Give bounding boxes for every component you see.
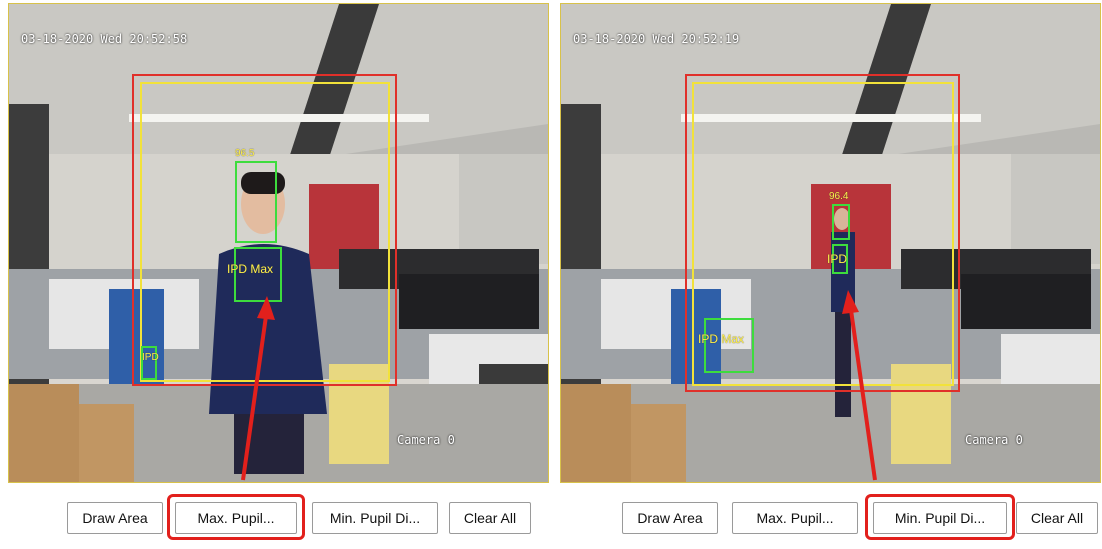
right-min-pupil-button[interactable]: Min. Pupil Di... bbox=[873, 502, 1007, 534]
left-min-pupil-button[interactable]: Min. Pupil Di... bbox=[312, 502, 438, 534]
right-draw-area-button[interactable]: Draw Area bbox=[622, 502, 718, 534]
left-max-pupil-button[interactable]: Max. Pupil... bbox=[175, 502, 297, 534]
right-max-pupil-button[interactable]: Max. Pupil... bbox=[732, 502, 858, 534]
left-camera-feed[interactable]: 03-18-2020 Wed 20:52:58 Camera 0 96.5 IP… bbox=[8, 3, 549, 483]
right-pointer-arrow bbox=[842, 290, 877, 481]
left-clear-all-button[interactable]: Clear All bbox=[449, 502, 531, 534]
right-clear-all-button[interactable]: Clear All bbox=[1016, 502, 1098, 534]
right-camera-feed[interactable]: 03-18-2020 Wed 20:52:19 Camera 0 96.4 IP… bbox=[560, 3, 1101, 483]
left-pointer-arrow bbox=[241, 296, 275, 481]
right-panel: 03-18-2020 Wed 20:52:19 Camera 0 96.4 IP… bbox=[560, 0, 1101, 549]
left-draw-area-button[interactable]: Draw Area bbox=[67, 502, 163, 534]
left-panel: 03-18-2020 Wed 20:52:58 Camera 0 96.5 IP… bbox=[8, 0, 549, 549]
